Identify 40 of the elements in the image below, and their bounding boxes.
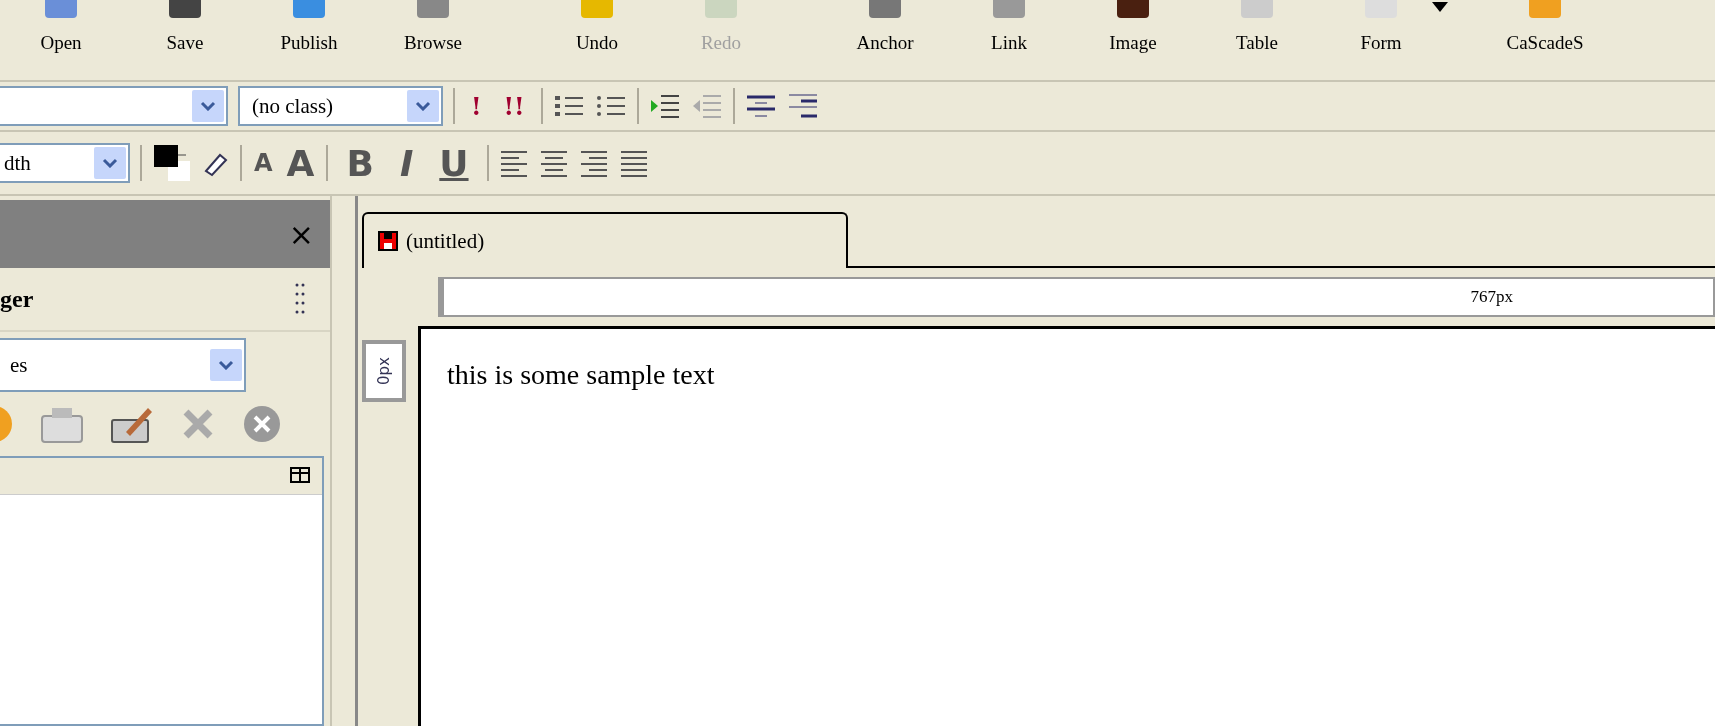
body-text: this is some sample text xyxy=(447,359,716,391)
grip-icon[interactable] xyxy=(294,282,306,316)
font-size-button[interactable]: A xyxy=(252,149,275,177)
toolbar-button[interactable]: CaScadeS xyxy=(1490,0,1600,54)
ruler-label: 767px xyxy=(1470,287,1513,307)
align-icon[interactable] xyxy=(538,148,569,178)
align-icon[interactable] xyxy=(618,148,649,178)
document-tab[interactable]: (untitled) xyxy=(362,212,848,268)
toolbar-button[interactable]: Publish xyxy=(254,0,364,54)
emphasis-button[interactable]: !! xyxy=(497,91,531,121)
caret-icon[interactable] xyxy=(1430,0,1450,14)
text-style-button[interactable]: U xyxy=(431,142,477,184)
columns-icon[interactable] xyxy=(290,467,312,485)
text-color-icon[interactable] xyxy=(152,143,192,183)
paragraph-select[interactable] xyxy=(0,86,228,126)
toolbar-button[interactable]: Browse xyxy=(378,0,488,54)
class-select[interactable]: (no class) xyxy=(238,86,443,126)
indent-icon[interactable] xyxy=(648,92,681,120)
align-icon[interactable] xyxy=(498,148,529,178)
close-circle-icon[interactable] xyxy=(242,404,282,444)
toolbar-button[interactable]: Image xyxy=(1078,0,1188,54)
text-style-button[interactable]: I xyxy=(391,142,422,184)
toolbar-button[interactable]: Table xyxy=(1202,0,1312,54)
filter-select[interactable]: es xyxy=(0,338,246,392)
toolbar-button[interactable]: Undo xyxy=(542,0,652,54)
toolbar-button[interactable]: Link xyxy=(954,0,1064,54)
panel-splitter[interactable] xyxy=(330,196,358,726)
ruler-label: 0px xyxy=(375,357,393,385)
toolbar-button[interactable]: Anchor xyxy=(830,0,940,54)
emphasis-button[interactable]: ! xyxy=(465,91,488,121)
line-spacing-icon[interactable] xyxy=(786,92,819,120)
toolbar-button[interactable]: Open xyxy=(6,0,116,54)
toolbar-button[interactable]: Save xyxy=(130,0,240,54)
toolbar-button[interactable]: Form xyxy=(1326,0,1436,54)
align-icon[interactable] xyxy=(578,148,609,178)
font-size-button[interactable]: A xyxy=(284,142,317,184)
text-style-button[interactable]: B xyxy=(338,142,382,184)
width-select[interactable]: dth xyxy=(0,143,130,183)
panel-title: ger xyxy=(0,285,34,313)
close-button[interactable]: × xyxy=(272,216,330,252)
